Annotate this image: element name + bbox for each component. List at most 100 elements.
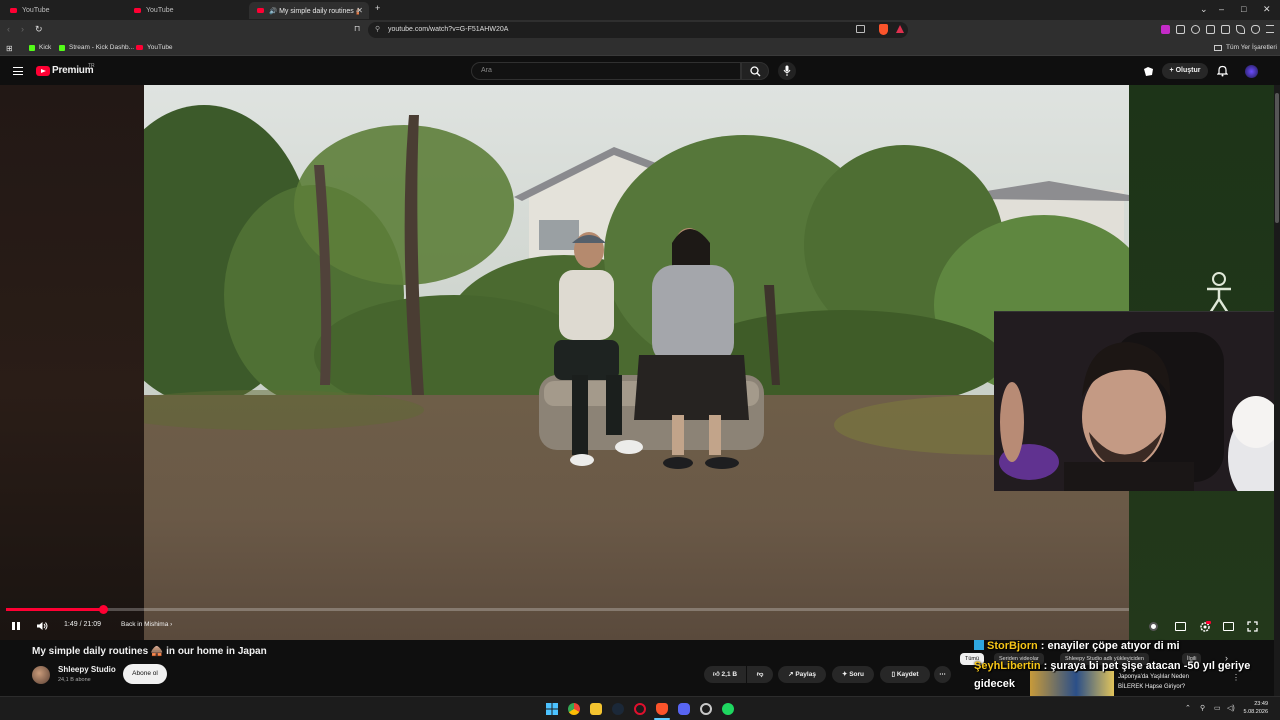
browser-toolbar: ‹ › ↻ ⊓ ⚲ youtube.com/watch?v=G-F51AHW20… xyxy=(0,20,1280,40)
brave-rewards-icon[interactable] xyxy=(896,25,904,33)
like-button[interactable]: 👍︎ 2,1 B xyxy=(704,666,746,683)
browser-tab-youtube-1[interactable]: YouTube xyxy=(2,2,126,19)
fullscreen-icon[interactable] xyxy=(1247,621,1258,632)
sidebar-icon[interactable] xyxy=(1206,25,1215,34)
chrome-icon[interactable] xyxy=(568,703,580,715)
more-actions-button[interactable]: ⋯ xyxy=(934,666,951,683)
close-tab-icon[interactable]: ✕ xyxy=(356,6,363,15)
file-explorer-icon[interactable] xyxy=(590,703,602,715)
autoplay-toggle-icon[interactable] xyxy=(1149,622,1158,631)
tray-app-icon[interactable]: ⚲ xyxy=(1200,704,1205,712)
search-input[interactable]: Ara xyxy=(471,62,741,80)
network-icon[interactable]: ▭ xyxy=(1214,704,1221,712)
page-scrollbar[interactable] xyxy=(1274,85,1280,696)
microphone-icon xyxy=(783,65,791,76)
music-icon[interactable] xyxy=(1191,25,1200,34)
voice-search-button[interactable] xyxy=(778,62,796,80)
maximize-button[interactable]: □ xyxy=(1241,4,1246,14)
all-bookmarks[interactable]: Tüm Yer İşaretleri xyxy=(1214,44,1277,51)
back-arrow-icon[interactable]: ‹ xyxy=(7,24,10,34)
bookmark-label: YouTube xyxy=(147,44,173,51)
extension-purple-icon[interactable] xyxy=(1161,25,1170,34)
opera-icon[interactable] xyxy=(634,703,646,715)
obs-icon[interactable] xyxy=(700,703,712,715)
volume-icon[interactable] xyxy=(36,621,48,631)
forward-arrow-icon[interactable]: › xyxy=(21,24,24,34)
reload-icon[interactable]: ↻ xyxy=(35,24,43,35)
channel-avatar[interactable] xyxy=(32,666,50,684)
address-bar[interactable]: ⚲ youtube.com/watch?v=G-F51AHW20A xyxy=(368,22,908,38)
youtube-logo-icon[interactable] xyxy=(36,66,50,76)
system-clock[interactable]: 23:49 5.08.2026 xyxy=(1244,700,1268,716)
kick-favicon-icon xyxy=(59,44,65,51)
browser-tab-active[interactable]: 🔊 My simple daily routines 🛖 in our home… xyxy=(249,2,369,19)
subscribe-button[interactable]: Abone ol xyxy=(123,664,167,684)
bookmark-kick-dashboard[interactable]: Stream - Kick Dashb... xyxy=(59,44,134,51)
create-button[interactable]: + Oluştur xyxy=(1162,63,1208,79)
audio-playing-icon[interactable]: 🔊 xyxy=(269,7,277,15)
channel-name[interactable]: Shleepy Studio xyxy=(58,665,116,674)
youtube-favicon-icon xyxy=(134,8,141,13)
hamburger-menu-icon[interactable] xyxy=(13,67,23,75)
video-player[interactable]: 1:49 / 21:09 Back in Mishima › xyxy=(0,85,1280,640)
subtitles-icon[interactable] xyxy=(1175,622,1186,631)
apps-grid-icon[interactable]: ⊞ xyxy=(6,44,13,53)
save-label: Kaydet xyxy=(896,671,919,678)
account-avatar[interactable] xyxy=(1245,65,1258,78)
tray-overflow-icon[interactable]: ⌃ xyxy=(1185,704,1191,712)
cast-icon[interactable] xyxy=(856,25,865,33)
tab-label: My simple daily routines 🛖 in our home i… xyxy=(279,7,359,15)
search-button[interactable] xyxy=(741,62,769,80)
cast-to-tv-icon[interactable] xyxy=(1143,66,1154,77)
pause-icon[interactable] xyxy=(11,621,21,631)
clock-time: 23:49 xyxy=(1254,701,1268,707)
bookmark-youtube[interactable]: YouTube xyxy=(136,44,173,51)
youtube-favicon-icon xyxy=(10,8,17,13)
steam-icon[interactable] xyxy=(612,703,624,715)
chapter-title[interactable]: Back in Mishima › xyxy=(121,621,172,628)
seek-bar[interactable] xyxy=(6,605,1129,614)
chat-username: StorBjorn xyxy=(987,640,1038,652)
share-button[interactable]: ↗ Paylaş xyxy=(778,666,826,683)
create-label: Oluştur xyxy=(1175,67,1201,74)
scrollbar-thumb[interactable] xyxy=(1275,93,1279,223)
leo-ai-icon[interactable] xyxy=(1236,25,1245,34)
site-info-icon[interactable]: ⚲ xyxy=(375,22,380,38)
save-button[interactable]: ▯ Kaydet xyxy=(880,666,930,683)
recommended-more-icon[interactable]: ⋮ xyxy=(1232,673,1240,682)
share-label: Paylaş xyxy=(795,671,816,678)
brave-icon[interactable] xyxy=(656,703,668,715)
notifications-bell-icon[interactable] xyxy=(1217,65,1228,77)
recommended-video-title[interactable]: Japonya'da Yaşlılar Neden BİLEREK Hapse … xyxy=(1118,672,1189,692)
like-count: 2,1 B xyxy=(721,671,738,678)
youtube-header: Premium TR Ara + Oluştur xyxy=(0,57,1280,85)
ask-button[interactable]: ✦ Soru xyxy=(832,666,874,683)
dislike-button[interactable]: 👎︎ xyxy=(747,666,773,683)
spotify-icon[interactable] xyxy=(722,703,734,715)
windows-taskbar: ⌃ ⚲ ▭ ◁) 23:49 5.08.2026 xyxy=(0,696,1280,720)
browser-tab-youtube-2[interactable]: YouTube xyxy=(126,2,248,19)
speaker-icon[interactable]: ◁) xyxy=(1227,704,1235,712)
wallet-icon[interactable] xyxy=(1221,25,1230,34)
shield-icon[interactable] xyxy=(1251,25,1260,34)
bookmark-kick[interactable]: Kick xyxy=(29,44,51,51)
youtube-favicon-icon xyxy=(257,8,264,13)
tab-search-icon[interactable]: ⌄ xyxy=(1200,4,1208,15)
bookmarks-bar: ⊞ Kick Stream - Kick Dashb... YouTube Tü… xyxy=(0,40,1280,56)
clock-date: 5.08.2026 xyxy=(1243,709,1268,715)
extension-icon[interactable] xyxy=(1176,25,1185,34)
brave-shield-icon[interactable] xyxy=(879,24,888,35)
settings-gear-icon[interactable] xyxy=(1199,621,1211,633)
minimize-button[interactable]: – xyxy=(1219,4,1224,14)
windows-start-icon[interactable] xyxy=(546,703,558,715)
bookmark-page-icon[interactable]: ⊓ xyxy=(354,24,360,33)
close-window-button[interactable]: ✕ xyxy=(1263,4,1271,15)
recommended-title-line-1: Japonya'da Yaşlılar Neden xyxy=(1118,674,1189,680)
new-tab-button[interactable]: + xyxy=(375,3,380,13)
video-frame[interactable] xyxy=(144,85,1129,640)
discord-icon[interactable] xyxy=(678,703,690,715)
time-display: 1:49 / 21:09 xyxy=(64,621,101,628)
theater-mode-icon[interactable] xyxy=(1223,622,1234,631)
recommended-video-thumbnail[interactable] xyxy=(1030,671,1114,696)
menu-icon[interactable] xyxy=(1266,25,1274,33)
